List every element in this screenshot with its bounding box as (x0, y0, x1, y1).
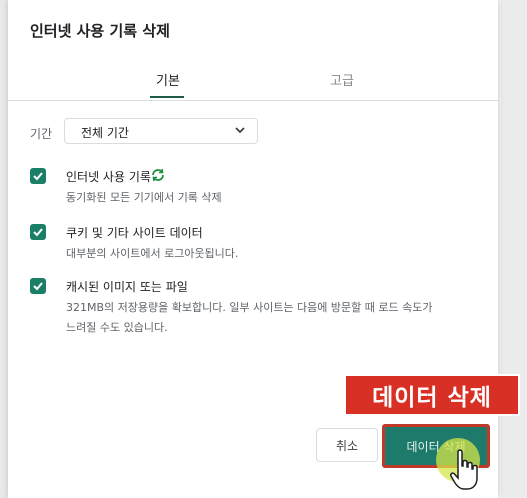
option-title: 쿠키 및 기타 사이트 데이터 (66, 226, 203, 240)
chevron-down-icon (235, 127, 245, 134)
check-icon (33, 172, 43, 181)
cancel-button[interactable]: 취소 (316, 428, 378, 462)
option-description-line-1: 321MB의 저장용량을 확보합니다. 일부 사이트는 다음에 방문할 때 로드… (66, 301, 433, 314)
tab-advanced[interactable]: 고급 (330, 70, 354, 89)
active-tab-indicator (150, 96, 184, 98)
tab-basic[interactable]: 기본 (156, 70, 180, 89)
option-title: 인터넷 사용 기록 (66, 170, 151, 184)
clear-browsing-data-dialog: 인터넷 사용 기록 삭제 기본 고급 기간 전체 기간 인터넷 사용 기록 동기… (8, 0, 498, 498)
background-right (501, 0, 527, 498)
dialog-title: 인터넷 사용 기록 삭제 (30, 22, 170, 40)
option-description: 동기화된 모든 기기에서 기록 삭제 (66, 191, 222, 204)
option-description-line-2: 느려질 수도 있습니다. (66, 321, 168, 334)
check-icon (33, 228, 43, 237)
tab-divider (8, 100, 498, 101)
background-left (0, 0, 8, 498)
check-icon (33, 282, 43, 291)
period-label: 기간 (30, 127, 53, 141)
callout-label: 데이터 삭제 (344, 374, 520, 416)
sync-icon (152, 168, 164, 182)
browsing-history-checkbox[interactable] (30, 168, 46, 184)
option-description: 대부분의 사이트에서 로그아웃됩니다. (66, 247, 239, 260)
option-title: 캐시된 이미지 또는 파일 (66, 280, 188, 294)
cookies-checkbox[interactable] (30, 224, 46, 240)
hand-cursor-icon (450, 449, 478, 490)
cache-checkbox[interactable] (30, 278, 46, 294)
period-select[interactable]: 전체 기간 (64, 118, 258, 144)
period-value: 전체 기간 (81, 126, 129, 140)
